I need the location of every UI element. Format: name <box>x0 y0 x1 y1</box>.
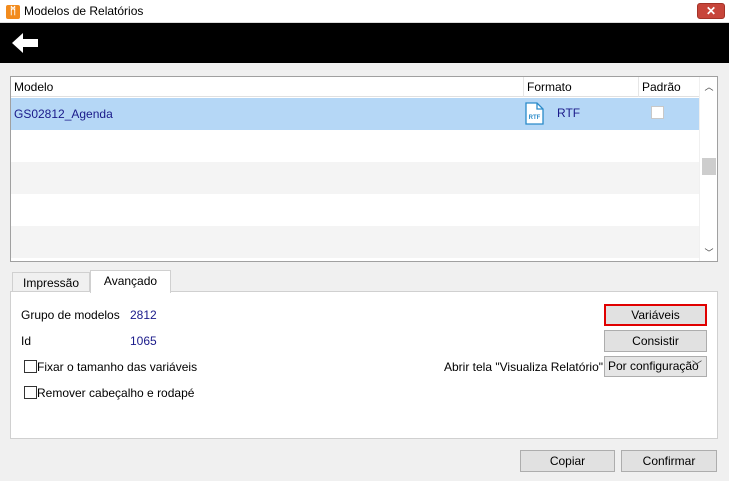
toolbar <box>0 23 729 63</box>
rtf-file-icon: RTF <box>525 102 544 125</box>
window-title: Modelos de Relatórios <box>24 4 144 18</box>
column-header-modelo[interactable]: Modelo <box>11 77 524 97</box>
empty-row <box>11 162 699 194</box>
empty-row <box>11 194 699 226</box>
abrir-select[interactable]: Por configuração ﹀ <box>604 356 707 377</box>
id-value: 1065 <box>130 334 157 348</box>
close-button[interactable]: ✕ <box>697 3 725 19</box>
grupo-label: Grupo de modelos <box>21 308 120 322</box>
row-formato-cell: RTF <box>557 106 581 120</box>
tab-avancado[interactable]: Avançado <box>90 270 171 293</box>
abrir-label: Abrir tela "Visualiza Relatório" <box>444 360 604 374</box>
advanced-panel: Grupo de modelos 2812 Id 1065 Fixar o ta… <box>10 291 718 439</box>
title-bar: ᛗ Modelos de Relatórios ✕ <box>0 0 729 23</box>
variaveis-button[interactable]: Variáveis <box>604 304 707 326</box>
abrir-select-value: Por configuração <box>608 359 699 373</box>
vertical-scrollbar[interactable]: ︿ ﹀ <box>699 77 717 261</box>
svg-text:RTF: RTF <box>529 115 541 121</box>
empty-row <box>11 226 699 258</box>
confirmar-button[interactable]: Confirmar <box>621 450 717 472</box>
scroll-down-icon[interactable]: ﹀ <box>704 248 714 258</box>
row-modelo-cell: GS02812_Agenda <box>14 107 113 121</box>
consistir-button[interactable]: Consistir <box>604 330 707 352</box>
id-label: Id <box>21 334 32 348</box>
arrow-left-icon[interactable] <box>10 32 40 54</box>
models-grid: Modelo Formato Padrão GS02812_Agenda RTF… <box>10 76 718 262</box>
row-padrao-checkbox[interactable] <box>651 106 664 119</box>
chevron-down-icon: ﹀ <box>692 361 702 372</box>
column-header-padrao[interactable]: Padrão <box>639 77 699 97</box>
remover-checkbox[interactable] <box>24 386 37 399</box>
tab-impressao[interactable]: Impressão <box>12 272 90 292</box>
fixar-label[interactable]: Fixar o tamanho das variáveis <box>37 360 197 374</box>
scroll-up-icon[interactable]: ︿ <box>704 82 714 92</box>
scroll-thumb[interactable] <box>702 158 716 175</box>
app-logo-icon: ᛗ <box>6 5 20 19</box>
copiar-button[interactable]: Copiar <box>520 450 615 472</box>
remover-label[interactable]: Remover cabeçalho e rodapé <box>37 386 194 400</box>
column-header-formato[interactable]: Formato <box>524 77 639 97</box>
grid-header: Modelo Formato Padrão <box>11 77 699 97</box>
table-row[interactable]: GS02812_Agenda RTF RTF <box>11 98 699 130</box>
fixar-checkbox[interactable] <box>24 360 37 373</box>
grupo-value: 2812 <box>130 308 157 322</box>
empty-row <box>11 130 699 162</box>
